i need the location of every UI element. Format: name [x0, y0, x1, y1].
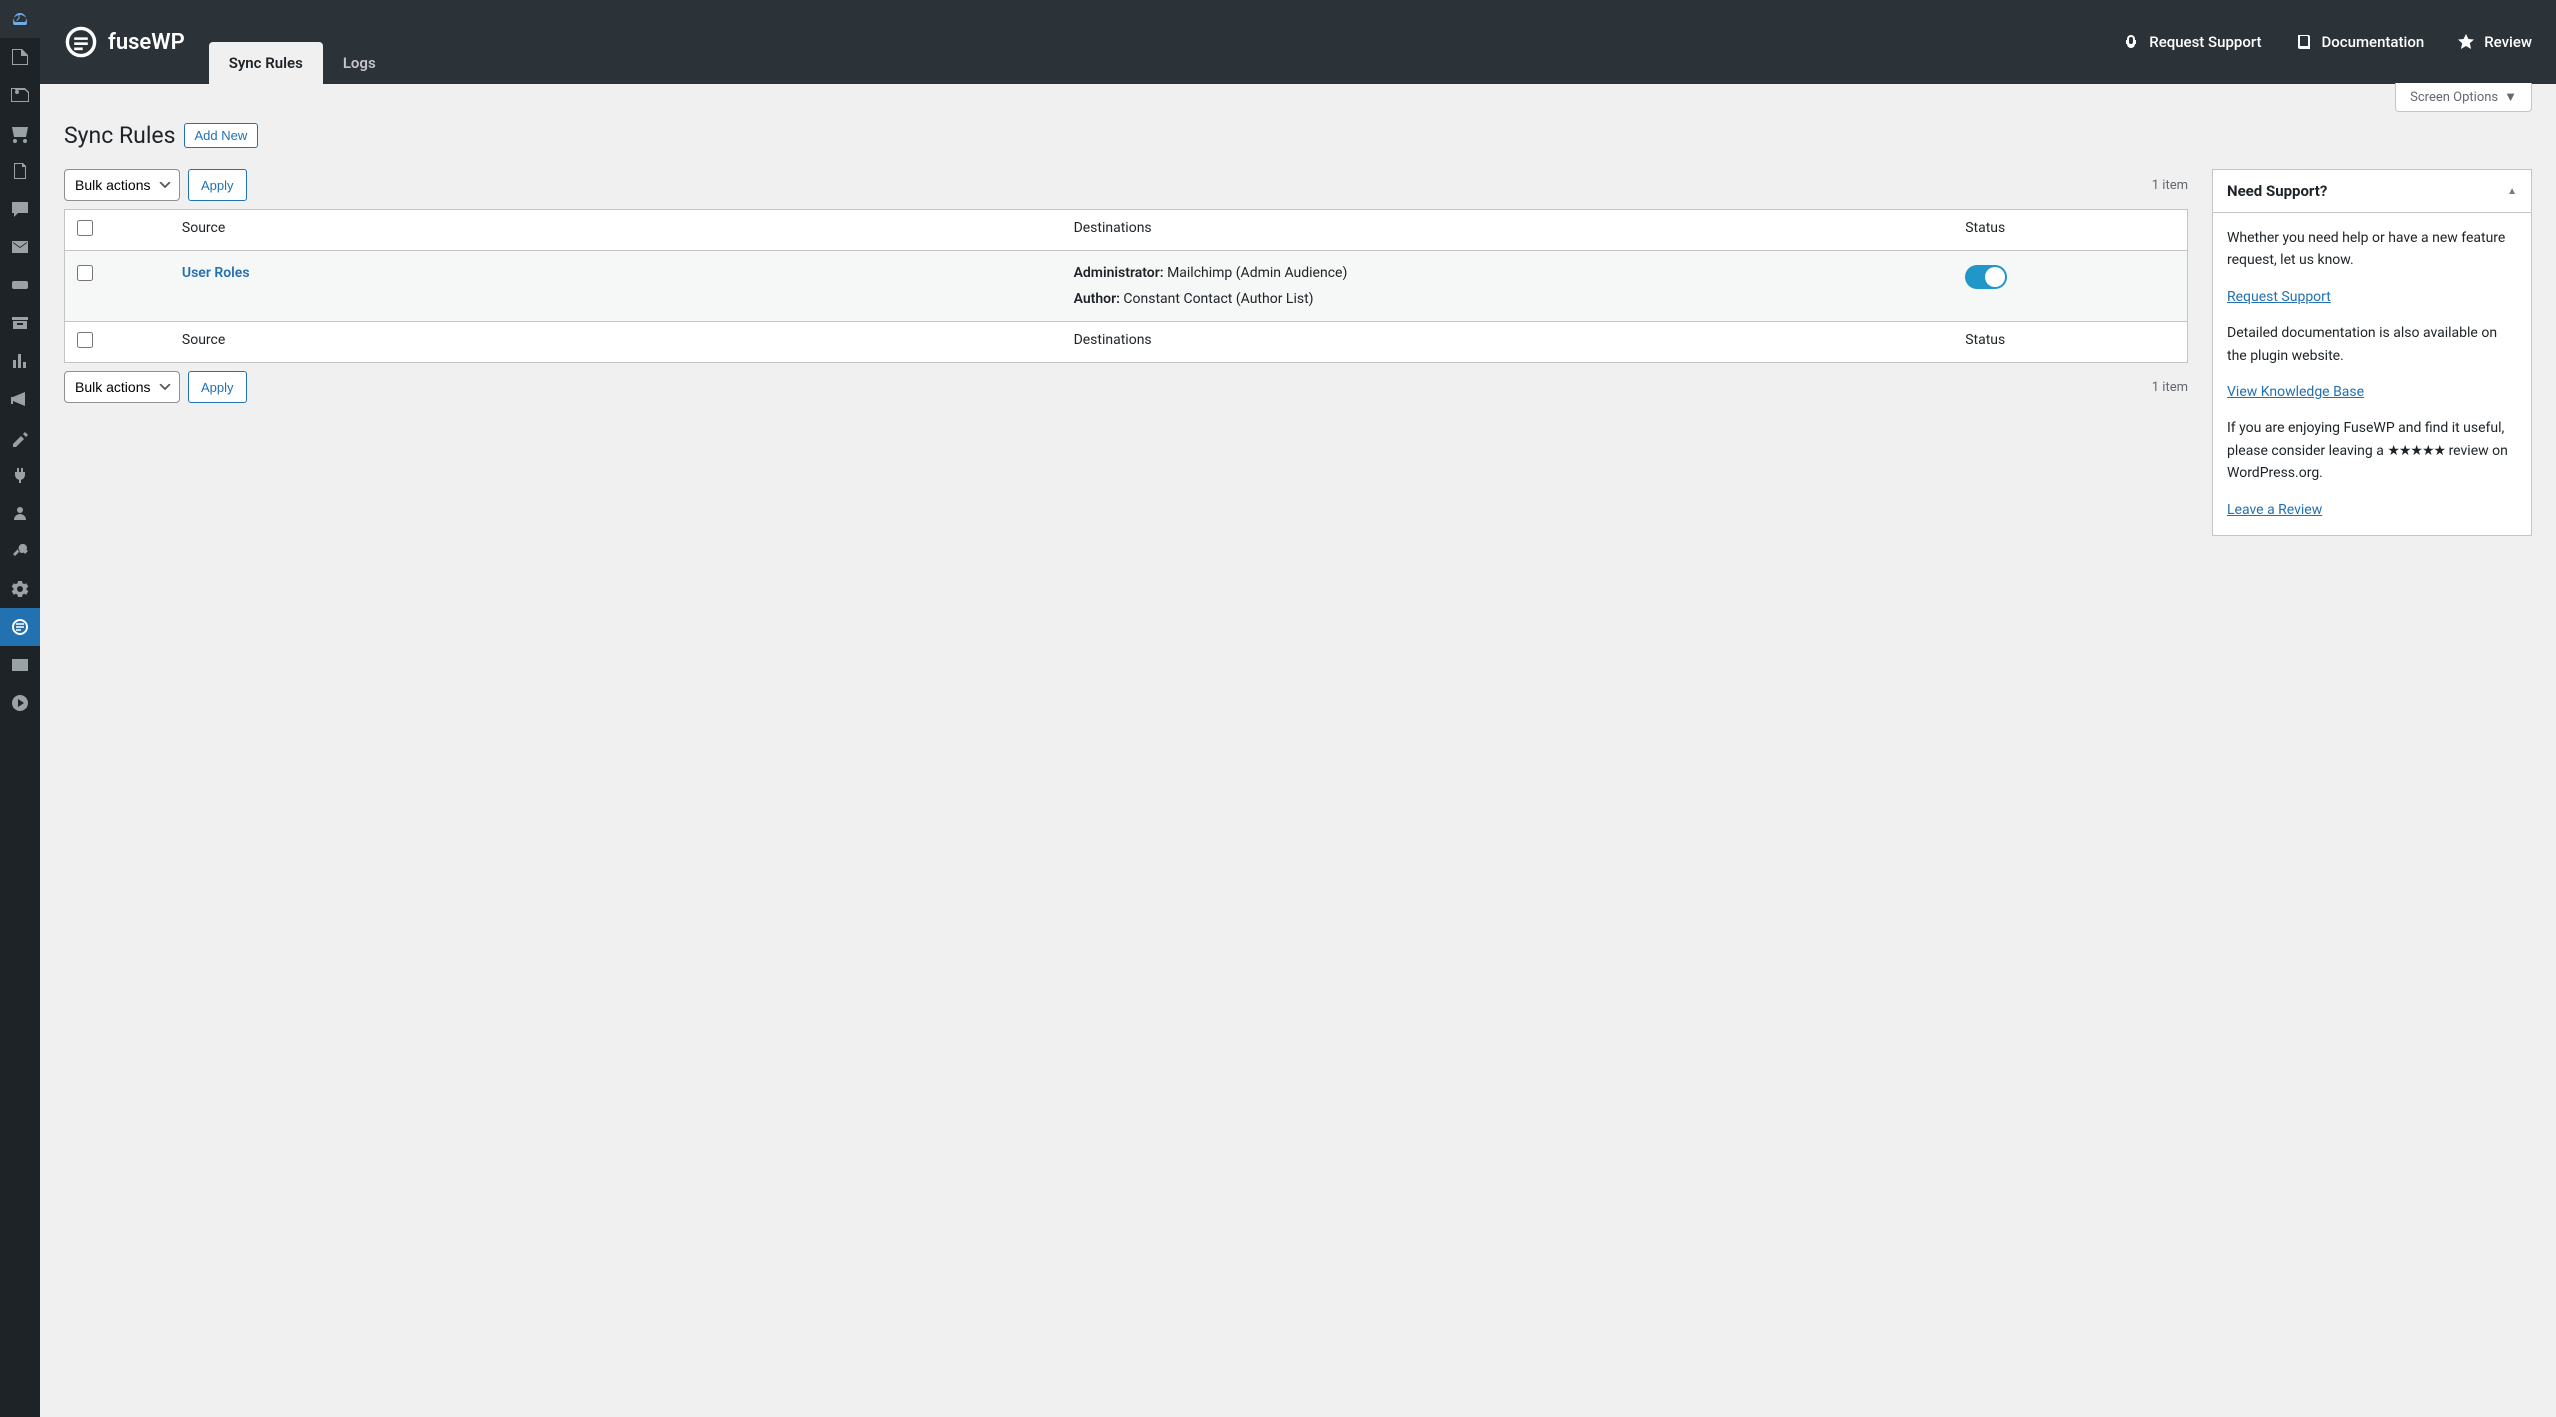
col-footer-source: Source: [170, 322, 1062, 363]
sidebar-appearance[interactable]: [0, 418, 40, 456]
brand-name: fuseWP: [108, 30, 185, 55]
select-all-bottom[interactable]: [77, 332, 93, 348]
bulk-actions-select-top[interactable]: Bulk actions: [64, 169, 180, 201]
col-footer-destinations: Destinations: [1062, 322, 1954, 363]
support-postbox: Need Support? ▲ Whether you need help or…: [2212, 169, 2532, 536]
table-row: User Roles Administrator: Mailchimp (Adm…: [65, 251, 2188, 322]
destination-label: Administrator:: [1074, 265, 1164, 281]
source-link[interactable]: User Roles: [182, 265, 250, 281]
fusewp-logo-icon: [64, 25, 98, 59]
apply-button-top[interactable]: Apply: [188, 169, 247, 201]
request-support-inline-link[interactable]: Request Support: [2227, 289, 2331, 305]
sidebar-settings[interactable]: [0, 570, 40, 608]
sidebar-analytics[interactable]: [0, 342, 40, 380]
wp-admin-sidebar: [0, 0, 40, 1417]
row-checkbox[interactable]: [77, 265, 93, 281]
star-icon: [2456, 32, 2476, 52]
review-link[interactable]: Review: [2456, 32, 2532, 52]
sidebar-plugins[interactable]: [0, 456, 40, 494]
tab-sync-rules[interactable]: Sync Rules: [209, 42, 323, 84]
col-header-source[interactable]: Source: [170, 210, 1062, 251]
status-toggle[interactable]: [1965, 265, 2007, 289]
sidebar-products[interactable]: [0, 114, 40, 152]
page-title: Sync Rules: [64, 122, 176, 149]
plugin-header: fuseWP Sync Rules Logs Request Support D…: [40, 0, 2556, 84]
bulk-actions-select-bottom[interactable]: Bulk actions: [64, 371, 180, 403]
sidebar-media[interactable]: [0, 76, 40, 114]
leave-review-link[interactable]: Leave a Review: [2227, 502, 2322, 518]
tab-logs[interactable]: Logs: [323, 42, 396, 84]
postbox-collapse-toggle[interactable]: ▲: [2507, 186, 2517, 197]
item-count-top: 1 item: [2152, 178, 2188, 193]
destination-value: Mailchimp (Admin Audience): [1167, 265, 1347, 281]
support-text-3: If you are enjoying FuseWP and find it u…: [2227, 417, 2517, 484]
screen-options-toggle[interactable]: Screen Options ▼: [2395, 83, 2532, 112]
sidebar-archive[interactable]: [0, 304, 40, 342]
col-header-destinations[interactable]: Destinations: [1062, 210, 1954, 251]
col-header-status[interactable]: Status: [1953, 210, 2187, 251]
select-all-top[interactable]: [77, 220, 93, 236]
postbox-title: Need Support?: [2227, 182, 2327, 200]
sidebar-marketing[interactable]: [0, 380, 40, 418]
sync-rules-table: Source Destinations Status User Roles: [64, 209, 2188, 363]
sidebar-video[interactable]: [0, 684, 40, 722]
sidebar-woocommerce[interactable]: [0, 266, 40, 304]
sidebar-comments[interactable]: [0, 190, 40, 228]
logo: fuseWP: [64, 25, 185, 59]
user-headset-icon: [2121, 32, 2141, 52]
sidebar-dashboard[interactable]: [0, 0, 40, 38]
destination-value: Constant Contact (Author List): [1123, 291, 1313, 307]
sidebar-posts[interactable]: [0, 38, 40, 76]
col-footer-status: Status: [1953, 322, 2187, 363]
documentation-link[interactable]: Documentation: [2294, 32, 2425, 52]
sidebar-tools[interactable]: [0, 532, 40, 570]
sidebar-fusewp[interactable]: [0, 608, 40, 646]
sidebar-mailoptin[interactable]: [0, 646, 40, 684]
support-text-1: Whether you need help or have a new feat…: [2227, 227, 2517, 272]
chevron-down-icon: ▼: [2504, 89, 2517, 105]
book-icon: [2294, 32, 2314, 52]
sidebar-users[interactable]: [0, 494, 40, 532]
sidebar-pages[interactable]: [0, 152, 40, 190]
item-count-bottom: 1 item: [2152, 380, 2188, 395]
knowledge-base-link[interactable]: View Knowledge Base: [2227, 384, 2364, 400]
add-new-button[interactable]: Add New: [184, 123, 259, 148]
apply-button-bottom[interactable]: Apply: [188, 371, 247, 403]
support-text-2: Detailed documentation is also available…: [2227, 322, 2517, 367]
header-tabs: Sync Rules Logs: [209, 42, 396, 84]
five-stars-icon: ★★★★★: [2387, 443, 2445, 459]
destination-label: Author:: [1074, 291, 1120, 307]
sidebar-mail[interactable]: [0, 228, 40, 266]
request-support-link[interactable]: Request Support: [2121, 32, 2261, 52]
